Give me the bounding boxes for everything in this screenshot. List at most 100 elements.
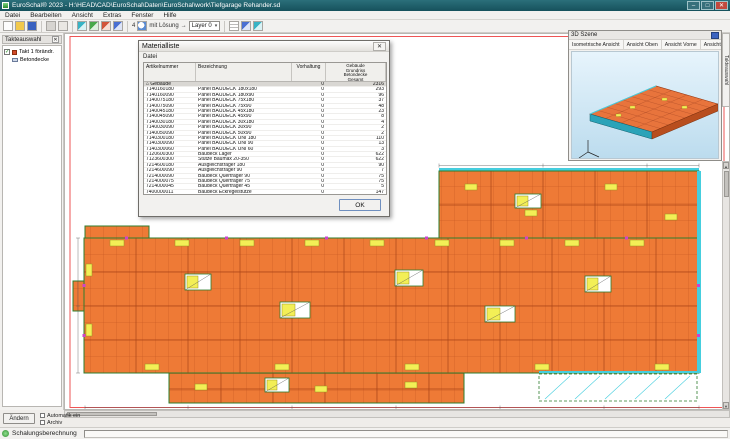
cell-gesamt: 622: [326, 152, 386, 156]
cell-bezeichnung: Baudeck Querträger 75: [196, 179, 292, 183]
menu-ansicht[interactable]: Ansicht: [67, 11, 98, 20]
viewer-header[interactable]: 3D Szene: [569, 31, 721, 40]
cell-artikelnummer: 7140160180: [144, 87, 196, 91]
dialog-menu-bar: Datei: [139, 52, 389, 61]
view-button-ansicht-vorne[interactable]: Ansicht Vorne: [662, 40, 701, 49]
toolbar-separator: [224, 21, 225, 32]
cell-gesamt: 4: [326, 120, 386, 124]
cell-vorhaltung: 0: [292, 109, 326, 113]
archive-label: Archiv: [47, 420, 62, 426]
table-row[interactable]: 7400000011Baudeck Eckregelstütze0147: [144, 190, 386, 195]
scrollbar-thumb[interactable]: [724, 171, 729, 197]
cell-bezeichnung: Baudeck Querträger 90: [196, 174, 292, 178]
cell-bezeichnung: Ausgleichsträger 180: [196, 163, 292, 167]
table-header: Artikelnummer Bezeichnung Vorhaltung Geb…: [144, 63, 386, 82]
scroll-up-icon[interactable]: ▲: [723, 162, 729, 169]
viewer-pin-icon[interactable]: [711, 32, 719, 39]
cell-bezeichnung: Panel BAUDECK UNI 180: [196, 136, 292, 140]
archive-checkbox[interactable]: [40, 420, 45, 425]
material-list-icon[interactable]: [253, 21, 263, 31]
summary-vorhaltung: 0: [292, 82, 326, 86]
cell-gesamt: 2: [326, 125, 386, 129]
minimize-button-icon[interactable]: –: [687, 1, 700, 10]
summary-label: ⌂ Gebäude: [144, 82, 196, 86]
dialog-close-icon[interactable]: ✕: [373, 42, 386, 51]
axis-tripod: [579, 140, 599, 158]
cell-vorhaltung: 0: [292, 179, 326, 183]
formwork-mode-icon[interactable]: [77, 21, 87, 31]
cell-gesamt: 13: [326, 141, 386, 145]
tree-item-takt[interactable]: ✓Takt 1 förändr.: [4, 48, 60, 56]
view-button-ansicht-oben[interactable]: Ansicht Oben: [624, 40, 662, 49]
cell-gesamt: 96: [326, 93, 386, 97]
cell-gesamt: 622: [326, 157, 386, 161]
layer-select[interactable]: Layer 0 ▾: [189, 21, 221, 31]
tree-item-label: Betondecke: [20, 57, 49, 63]
print-icon[interactable]: [46, 21, 56, 31]
cell-artikelnummer: 7140160090: [144, 93, 196, 97]
material-table: Artikelnummer Bezeichnung Vorhaltung Geb…: [143, 62, 387, 195]
slab-icon: [12, 58, 18, 62]
cell-vorhaltung: 0: [292, 174, 326, 178]
automatic-checkbox-row[interactable]: Automatik ein: [40, 412, 100, 419]
view-button-isometrische-ansicht[interactable]: Isometrische Ansicht: [569, 40, 624, 49]
ok-button[interactable]: OK: [339, 199, 381, 211]
col-vorhaltung[interactable]: Vorhaltung: [292, 63, 326, 81]
dialog-title-bar[interactable]: Materialliste ✕: [139, 41, 389, 52]
cell-gesamt: 110: [326, 136, 386, 140]
vertical-scrollbar[interactable]: ▲ ▼: [722, 161, 730, 410]
cell-artikelnummer: 7140300090: [144, 141, 196, 145]
change-button[interactable]: Ändern: [3, 413, 35, 424]
panel-title: Takteauswahl: [5, 37, 41, 43]
menu-fenster[interactable]: Fenster: [126, 11, 158, 20]
cell-artikelnummer: 7123600300: [144, 157, 196, 161]
col-artikelnummer[interactable]: Artikelnummer: [144, 63, 196, 81]
viewer-canvas[interactable]: [571, 51, 719, 159]
archive-checkbox-row[interactable]: Archiv: [40, 419, 100, 426]
automatic-checkbox[interactable]: [40, 413, 45, 418]
cell-vorhaltung: 0: [292, 184, 326, 188]
panel-close-icon[interactable]: ✕: [52, 36, 59, 43]
cell-vorhaltung: 0: [292, 147, 326, 151]
table-body: ⌂ Gebäude023167140160180Panel BAUDECK 18…: [144, 82, 386, 195]
new-file-icon[interactable]: [3, 21, 13, 31]
cell-bezeichnung: Panel BAUDECK 75x180: [196, 98, 292, 102]
cell-gesamt: 90: [326, 163, 386, 167]
cell-artikelnummer: 7140045180: [144, 109, 196, 113]
tree-item-decke[interactable]: Betondecke: [4, 56, 60, 64]
cell-gesamt: 8: [326, 114, 386, 118]
maximize-button-icon[interactable]: □: [701, 1, 714, 10]
menu-extras[interactable]: Extras: [98, 11, 126, 20]
cut-icon[interactable]: [58, 21, 68, 31]
horizontal-scrollbar[interactable]: [64, 410, 730, 418]
col-bezeichnung[interactable]: Bezeichnung: [196, 63, 292, 81]
menu-hilfe[interactable]: Hilfe: [158, 11, 181, 20]
zoom-icon[interactable]: [137, 21, 147, 31]
menu-datei[interactable]: Datei: [0, 11, 25, 20]
menu-bearbeiten[interactable]: Bearbeiten: [25, 11, 66, 20]
slab-mode-icon[interactable]: [89, 21, 99, 31]
view-3d-icon[interactable]: [241, 21, 251, 31]
close-button-icon[interactable]: ✕: [715, 1, 728, 10]
dialog-menu-datei[interactable]: Datei: [143, 54, 157, 60]
col-gebaeude-group[interactable]: Gebäude Grundriss Betondecke Gesamt: [326, 63, 386, 81]
cell-artikelnummer: 7140300060: [144, 147, 196, 151]
save-icon[interactable]: [27, 21, 37, 31]
cycle-mode-icon[interactable]: [113, 21, 123, 31]
cell-vorhaltung: 0: [292, 136, 326, 140]
checkbox-checked-icon[interactable]: ✓: [4, 49, 10, 55]
scroll-down-icon[interactable]: ▼: [723, 402, 729, 409]
side-tab-takteauswahl[interactable]: Takteauswahl: [722, 33, 730, 107]
cell-artikelnummer: 7214000045: [144, 184, 196, 188]
arrow-right-icon[interactable]: →: [181, 23, 187, 29]
cell-gesamt: 2: [326, 131, 386, 135]
cell-artikelnummer: 7214600090: [144, 168, 196, 172]
grid-toggle-icon[interactable]: [229, 21, 239, 31]
chevron-down-icon: ▾: [215, 23, 218, 29]
cell-bezeichnung: Baudeck Eckregelstütze: [196, 190, 292, 194]
cell-gesamt: 147: [326, 190, 386, 194]
open-file-icon[interactable]: [15, 21, 25, 31]
toolbar-separator: [127, 21, 128, 32]
cell-vorhaltung: 0: [292, 141, 326, 145]
wall-mode-icon[interactable]: [101, 21, 111, 31]
